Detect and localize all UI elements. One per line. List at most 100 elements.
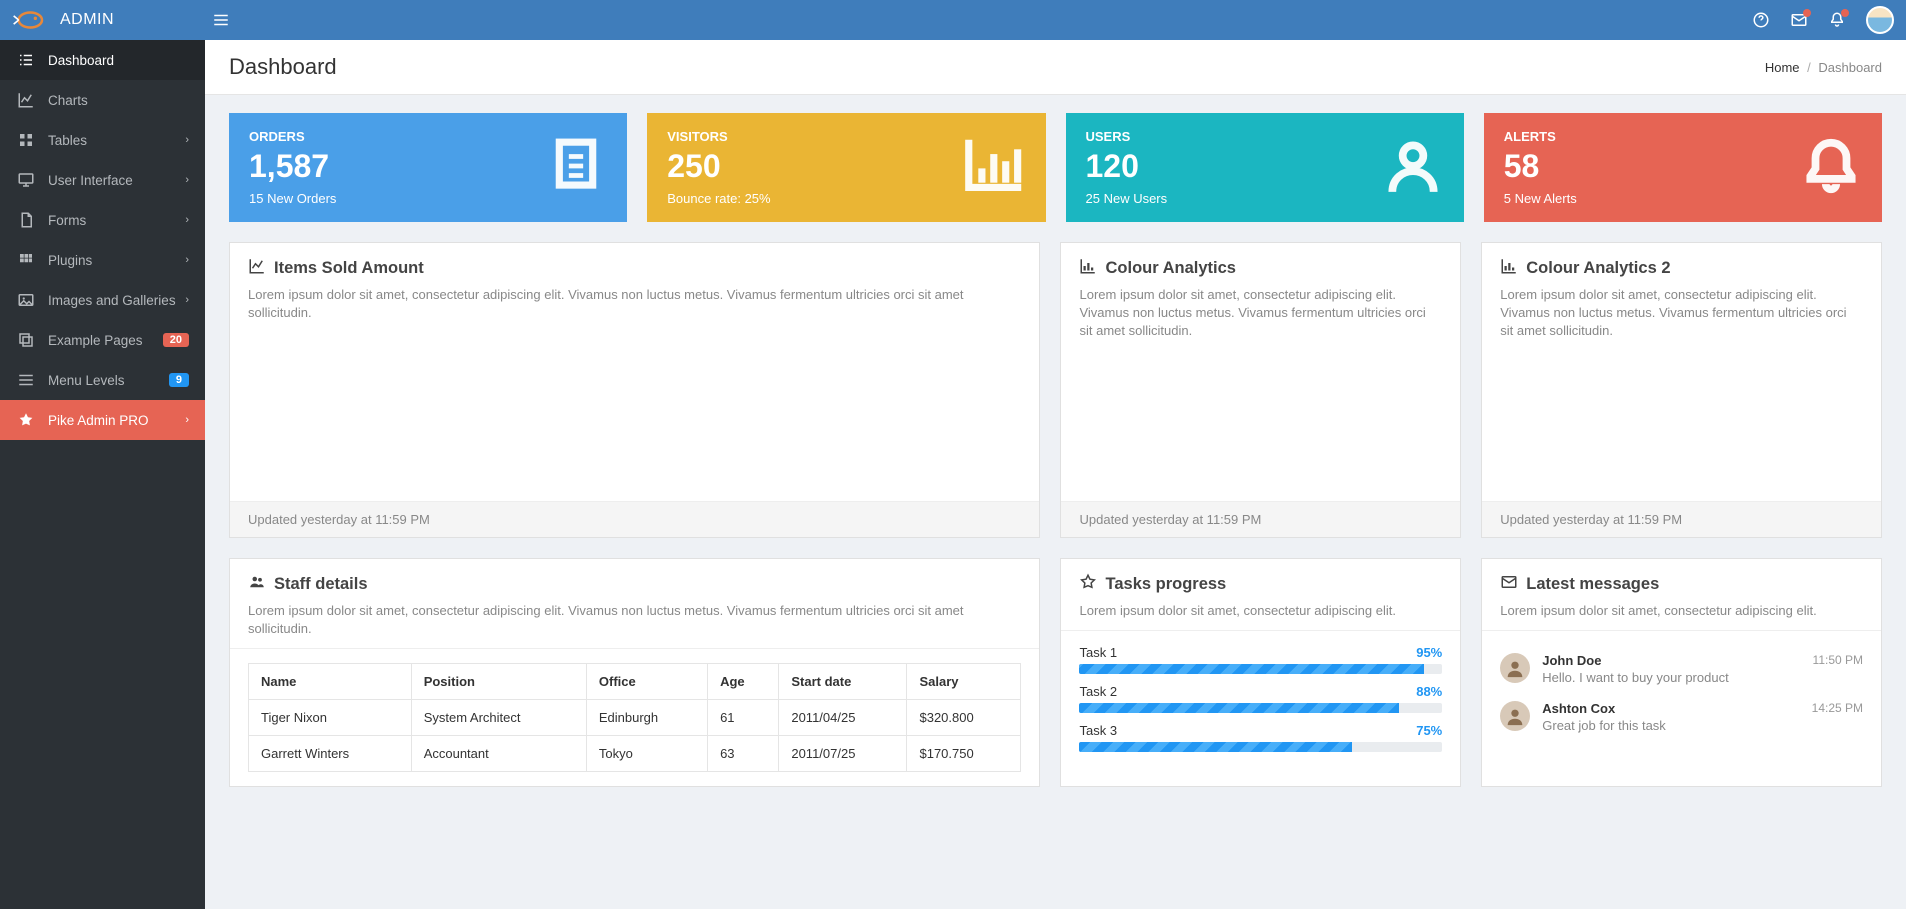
stat-alerts-label: ALERTS	[1504, 129, 1577, 144]
breadcrumb-home[interactable]: Home	[1765, 60, 1800, 75]
table-row: Garrett WintersAccountantTokyo632011/07/…	[249, 735, 1021, 771]
menu-icon	[16, 371, 36, 389]
sidebar-item-plugins[interactable]: Plugins›	[0, 240, 205, 280]
message-item[interactable]: John Doe Hello. I want to buy your produ…	[1500, 645, 1863, 693]
avatar	[1500, 653, 1530, 683]
breadcrumb: Home / Dashboard	[1765, 60, 1882, 75]
message-text: Hello. I want to buy your product	[1542, 670, 1800, 685]
top-header: ADMIN	[0, 0, 1906, 40]
messages-badge	[1803, 9, 1811, 17]
panel-colour-analytics: Colour Analytics Lorem ipsum dolor sit a…	[1060, 242, 1461, 538]
list-icon	[16, 51, 36, 69]
chevron-right-icon: ›	[185, 134, 189, 146]
task-name: Task 3	[1079, 723, 1117, 738]
chart-bar-icon	[1079, 257, 1097, 280]
stat-orders-label: ORDERS	[249, 129, 336, 144]
brand-logo-icon	[12, 9, 52, 31]
chart-placeholder	[230, 332, 1039, 500]
page-header: Dashboard Home / Dashboard	[205, 40, 1906, 95]
stat-users-value: 120	[1086, 148, 1168, 185]
envelope-icon	[1500, 573, 1518, 596]
stat-card-users[interactable]: USERS 120 25 New Users	[1066, 113, 1464, 222]
stat-alerts-sub: 5 New Alerts	[1504, 191, 1577, 206]
help-icon[interactable]	[1752, 11, 1770, 29]
stat-card-visitors[interactable]: VISITORS 250 Bounce rate: 25%	[647, 113, 1045, 222]
chart-placeholder	[1482, 351, 1881, 501]
users-icon	[248, 573, 266, 596]
panel-latest-messages: Latest messages Lorem ipsum dolor sit am…	[1481, 558, 1882, 787]
chart-placeholder	[1061, 351, 1460, 501]
panel-items-sold: Items Sold Amount Lorem ipsum dolor sit …	[229, 242, 1040, 538]
sidebar-item-label: Menu Levels	[48, 373, 125, 388]
stat-visitors-value: 250	[667, 148, 770, 185]
table-header[interactable]: Age	[708, 663, 779, 699]
stat-users-label: USERS	[1086, 129, 1168, 144]
panel-colour-analytics-2: Colour Analytics 2 Lorem ipsum dolor sit…	[1481, 242, 1882, 538]
sidebar-item-dashboard[interactable]: Dashboard	[0, 40, 205, 80]
brand[interactable]: ADMIN	[12, 9, 202, 31]
monitor-icon	[16, 171, 36, 189]
progress-bar	[1079, 703, 1442, 713]
progress-bar	[1079, 664, 1442, 674]
stat-card-alerts[interactable]: ALERTS 58 5 New Alerts	[1484, 113, 1882, 222]
notifications-badge	[1841, 9, 1849, 17]
stat-visitors-label: VISITORS	[667, 129, 770, 144]
staff-table: NamePositionOfficeAgeStart dateSalary Ti…	[248, 663, 1021, 772]
stat-cards: ORDERS 1,587 15 New Orders VISITORS 250 …	[229, 113, 1882, 222]
user-avatar[interactable]	[1866, 6, 1894, 34]
grid-icon	[16, 131, 36, 149]
chevron-right-icon: ›	[185, 294, 189, 306]
sidebar-item-label: Images and Galleries	[48, 293, 176, 308]
sidebar-item-label: User Interface	[48, 173, 133, 188]
messages-icon[interactable]	[1790, 11, 1808, 29]
task-item: Task 375%	[1079, 723, 1442, 752]
panel-tasks-progress: Tasks progress Lorem ipsum dolor sit ame…	[1060, 558, 1461, 787]
file-icon	[545, 135, 607, 200]
sidebar: Dashboard Charts Tables› User Interface›…	[0, 40, 205, 909]
image-icon	[16, 291, 36, 309]
sidebar-item-label: Plugins	[48, 253, 92, 268]
chevron-right-icon: ›	[185, 414, 189, 426]
panel-items-sold-footer: Updated yesterday at 11:59 PM	[230, 501, 1039, 537]
table-header[interactable]: Salary	[907, 663, 1021, 699]
table-header[interactable]: Position	[411, 663, 586, 699]
copy-icon	[16, 331, 36, 349]
stat-card-orders[interactable]: ORDERS 1,587 15 New Orders	[229, 113, 627, 222]
stat-orders-value: 1,587	[249, 148, 336, 185]
star-icon	[16, 411, 36, 429]
task-item: Task 195%	[1079, 645, 1442, 674]
table-header[interactable]: Name	[249, 663, 412, 699]
sidebar-item-label: Tables	[48, 133, 87, 148]
sidebar-item-forms[interactable]: Forms›	[0, 200, 205, 240]
sidebar-item-example-pages[interactable]: Example Pages 20	[0, 320, 205, 360]
stat-visitors-sub: Bounce rate: 25%	[667, 191, 770, 206]
sidebar-item-charts[interactable]: Charts	[0, 80, 205, 120]
sidebar-item-user-interface[interactable]: User Interface›	[0, 160, 205, 200]
task-name: Task 2	[1079, 684, 1117, 699]
task-name: Task 1	[1079, 645, 1117, 660]
sidebar-item-pike-admin-pro[interactable]: Pike Admin PRO›	[0, 400, 205, 440]
message-time: 14:25 PM	[1812, 701, 1863, 733]
sidebar-badge: 20	[163, 333, 189, 347]
star-icon	[1079, 573, 1097, 596]
table-header[interactable]: Office	[586, 663, 707, 699]
sidebar-item-label: Example Pages	[48, 333, 143, 348]
avatar	[1500, 701, 1530, 731]
menu-toggle-icon[interactable]	[212, 11, 230, 29]
sidebar-item-menu-levels[interactable]: Menu Levels 9	[0, 360, 205, 400]
bell-icon	[1800, 135, 1862, 200]
message-text: Great job for this task	[1542, 718, 1799, 733]
stat-alerts-value: 58	[1504, 148, 1577, 185]
message-sender: John Doe	[1542, 653, 1800, 668]
bar-chart-icon	[964, 135, 1026, 200]
sidebar-item-images-and-galleries[interactable]: Images and Galleries ›	[0, 280, 205, 320]
content: Dashboard Home / Dashboard ORDERS 1,587 …	[205, 40, 1906, 825]
sidebar-badge: 9	[169, 373, 189, 387]
table-header[interactable]: Start date	[779, 663, 907, 699]
modules-icon	[16, 251, 36, 269]
notifications-icon[interactable]	[1828, 11, 1846, 29]
sidebar-item-tables[interactable]: Tables ›	[0, 120, 205, 160]
panel-colour1-footer: Updated yesterday at 11:59 PM	[1061, 501, 1460, 537]
message-item[interactable]: Ashton Cox Great job for this task 14:25…	[1500, 693, 1863, 741]
stat-users-sub: 25 New Users	[1086, 191, 1168, 206]
